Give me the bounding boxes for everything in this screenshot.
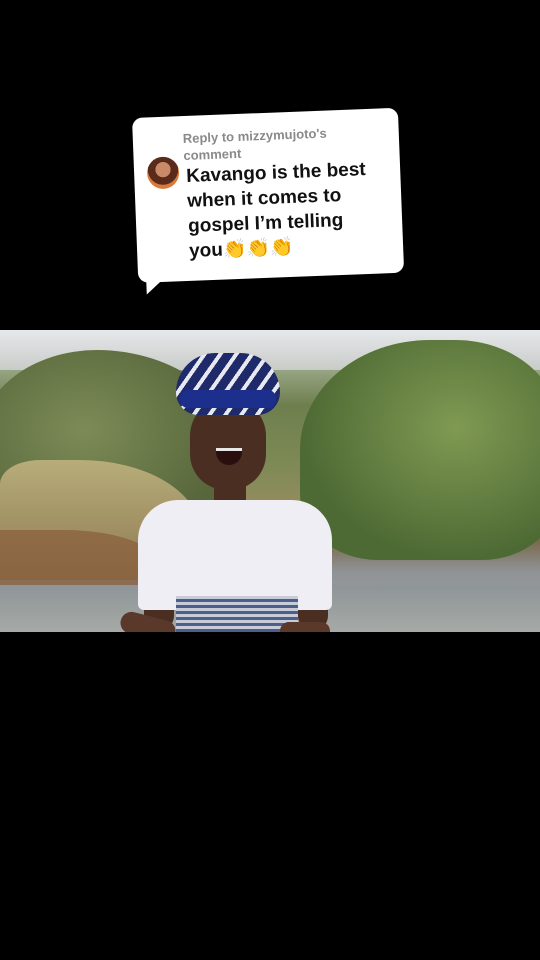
reply-comment-sticker[interactable]: Reply to mizzymujoto's comment Kavango i… [132,107,405,283]
singer [118,350,350,632]
video-screen[interactable]: Reply to mizzymujoto's comment Kavango i… [0,0,540,960]
hat-band [180,390,276,408]
comment-text: Kavango is the best when it comes to gos… [185,159,367,262]
video-frame[interactable] [0,330,540,632]
commenter-avatar [146,156,180,190]
white-shirt [138,500,332,610]
right-hand [280,622,330,632]
